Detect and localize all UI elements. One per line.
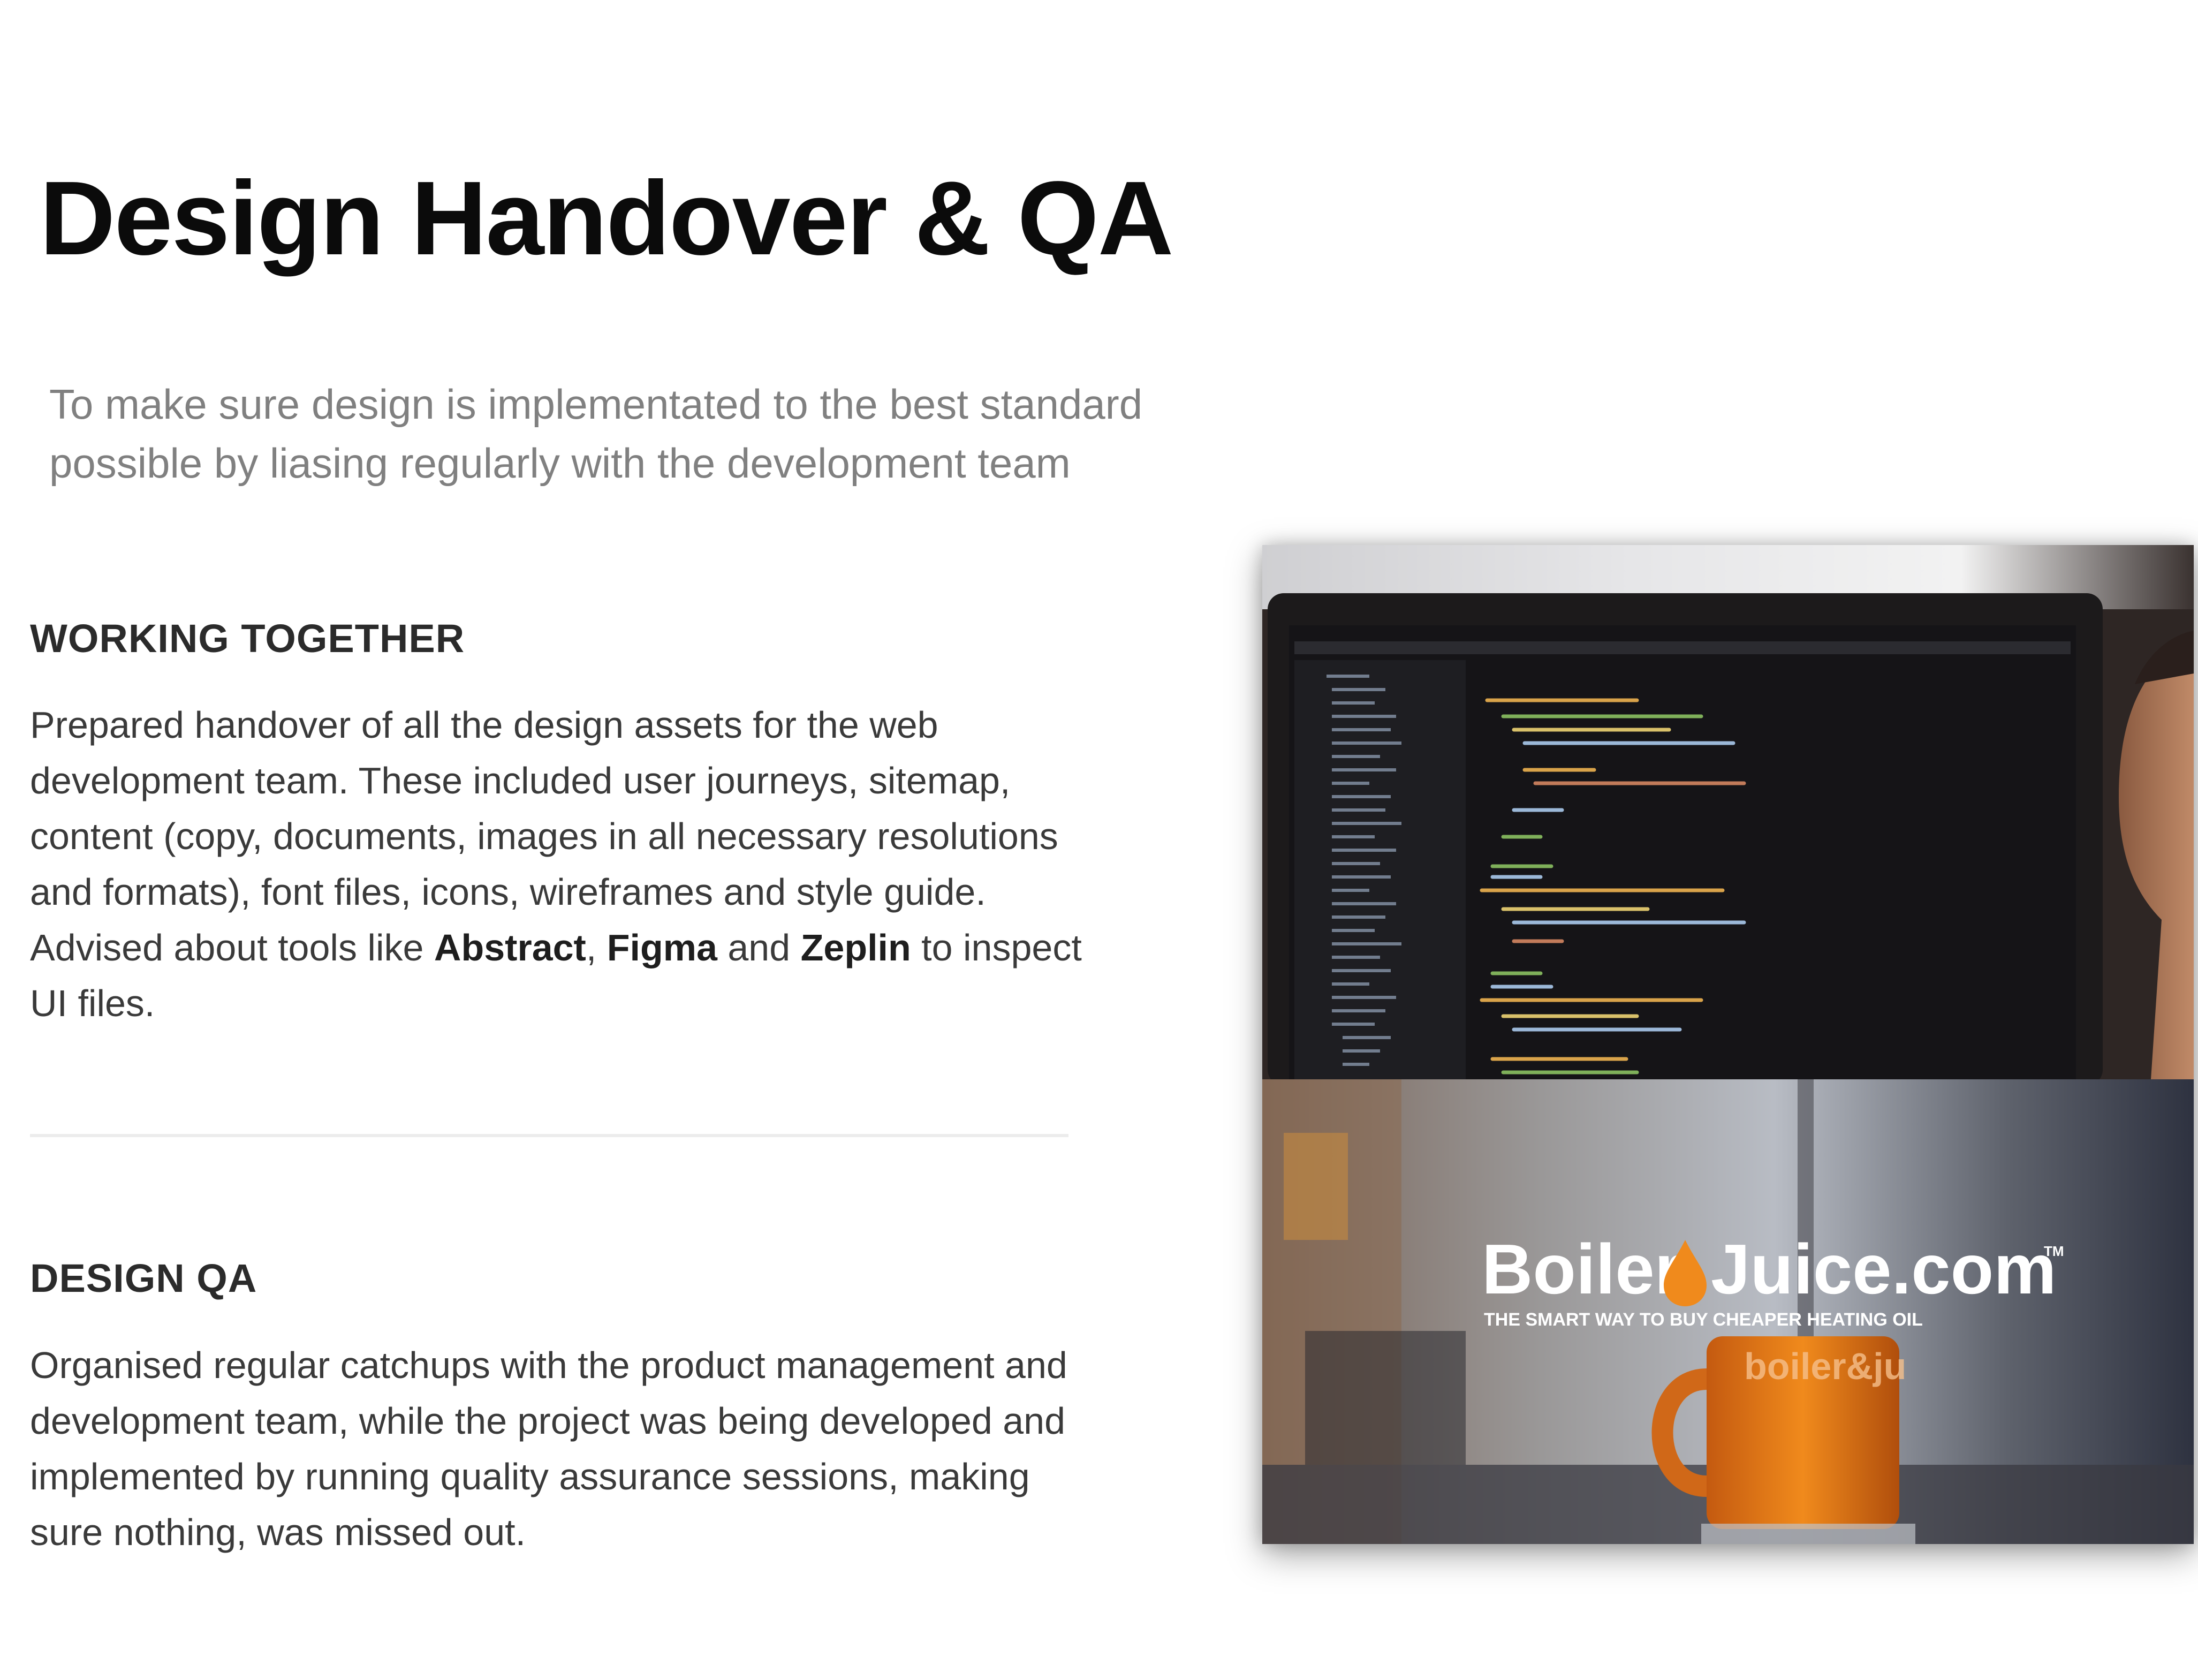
body-line: development team, while the project was … [30,1400,1066,1442]
body-line: development team. These included user jo… [30,760,1011,801]
tool-figma: Figma [607,927,717,968]
body-line: and formats), font files, icons, wirefra… [30,871,986,913]
intro-line-1: To make sure design is implementated to … [49,381,1143,428]
tagline-text: THE SMART WAY TO BUY CHEAPER HEATING OIL [1484,1310,1923,1330]
separator: and [717,927,801,968]
section-heading-working-together: WORKING TOGETHER [30,616,465,661]
body-line: implemented by running quality assurance… [30,1456,1030,1497]
body-line: content (copy, documents, images in all … [30,815,1058,857]
intro-line-2: possible by liasing regularly with the d… [49,440,1071,487]
body-line: Organised regular catchups with the prod… [30,1344,1067,1386]
monitor-illustration [1262,545,2194,1079]
body-line: Prepared handover of all the design asse… [30,704,938,746]
brand-left-text: Boiler [1482,1230,1682,1308]
tool-zeplin: Zeplin [800,927,911,968]
trademark: TM [2044,1243,2064,1259]
developer-monitor-photo [1262,545,2194,1079]
mug-illustration: boiler&ju Boiler Juice.com TM THE SMART … [1262,1079,2194,1544]
section-divider [30,1134,1068,1137]
body-line: to inspect [911,927,1082,968]
brand-right-text: Juice.com [1711,1230,2057,1308]
tool-abstract: Abstract [434,927,586,968]
photo-collage: boiler&ju Boiler Juice.com TM THE SMART … [1262,545,2194,1544]
design-qa-body: Organised regular catchups with the prod… [30,1337,1101,1560]
intro-text: To make sure design is implementated to … [49,375,1227,493]
body-line: Advised about tools like [30,927,434,968]
working-together-body: Prepared handover of all the design asse… [30,697,1101,1031]
separator: , [586,927,607,968]
page-title: Design Handover & QA [40,160,1173,277]
section-heading-design-qa: DESIGN QA [30,1256,257,1300]
body-line: sure nothing, was missed out. [30,1511,526,1553]
mug-text: boiler&ju [1744,1345,1906,1387]
body-line: UI files. [30,982,155,1024]
boilerjuice-mug-photo: boiler&ju Boiler Juice.com TM THE SMART … [1262,1079,2194,1544]
